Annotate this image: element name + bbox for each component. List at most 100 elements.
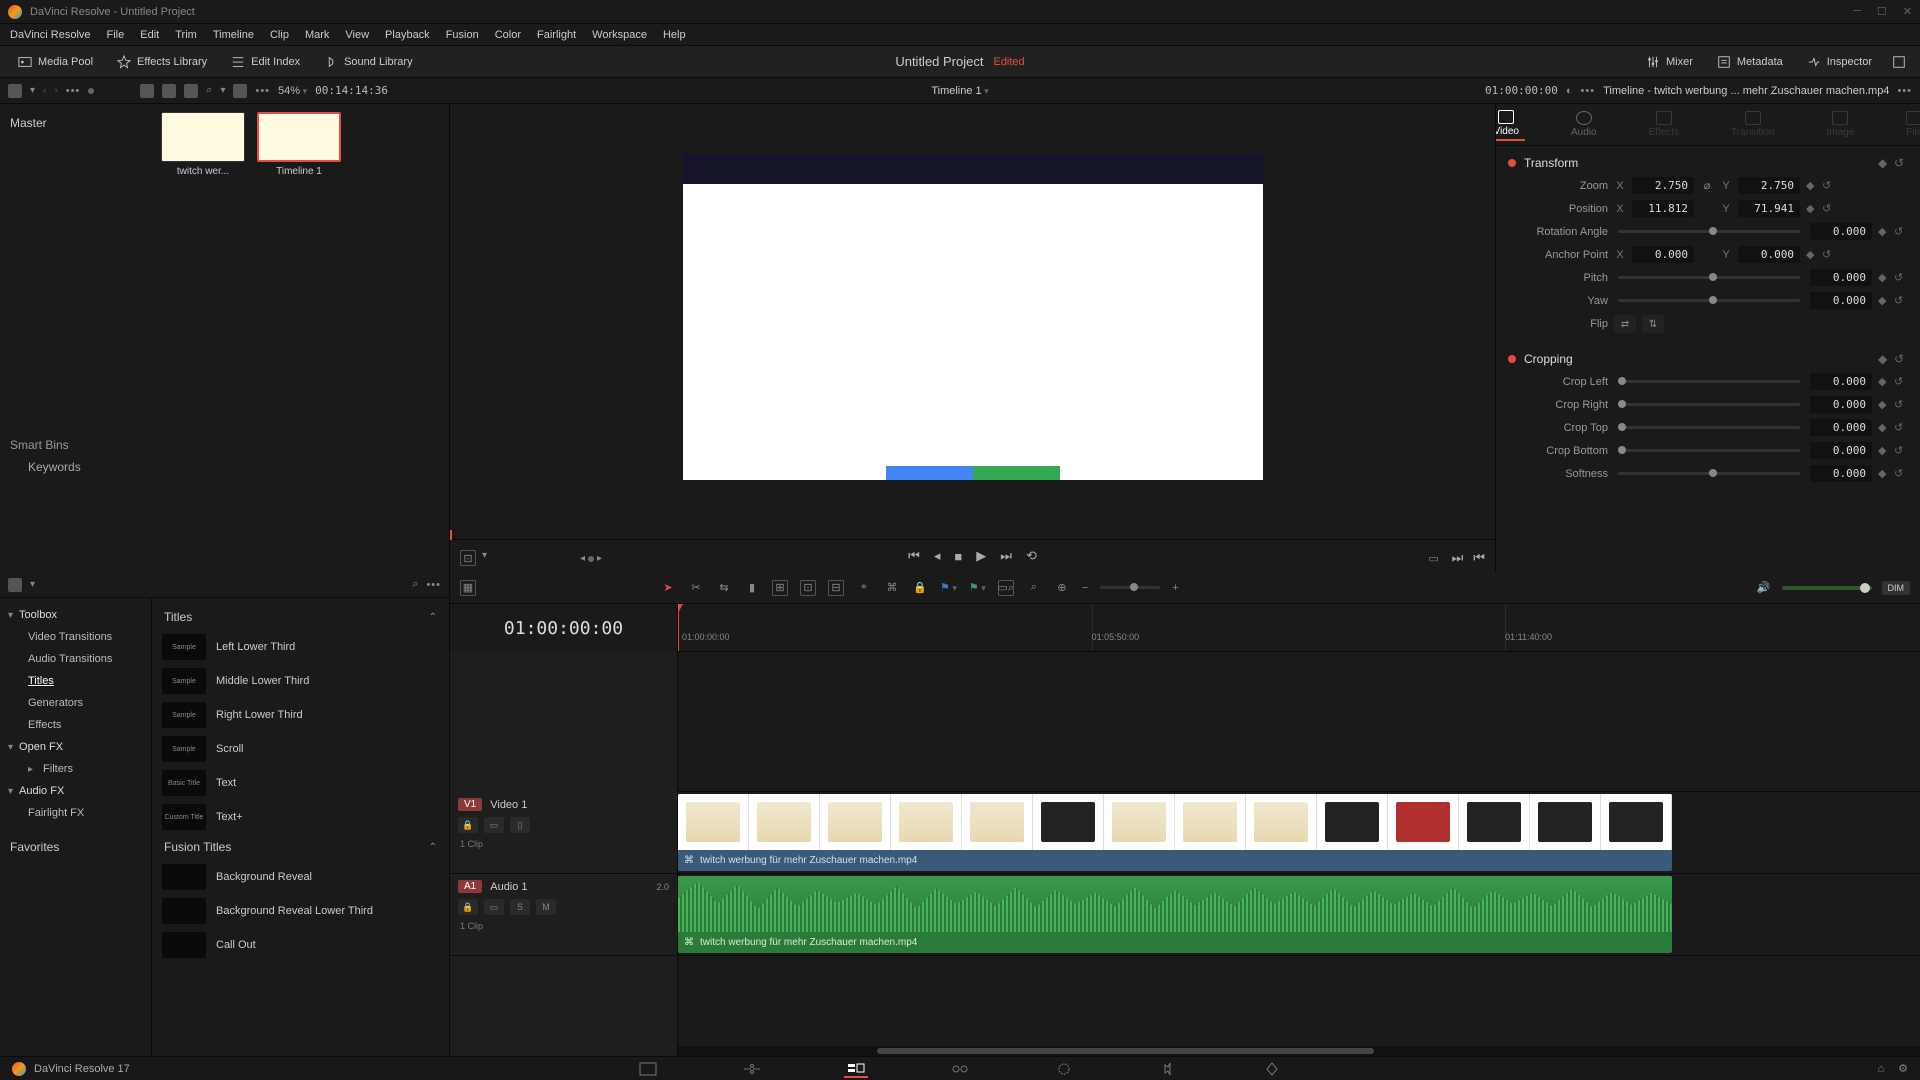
inspector-tab-audio[interactable]: Audio	[1565, 109, 1603, 140]
nav-audio-transitions[interactable]: Audio Transitions	[0, 648, 151, 670]
inspector-tab-video[interactable]: Video	[1495, 108, 1525, 141]
cropping-keyframe-icon[interactable]: ◆	[1878, 352, 1888, 366]
replace-clip-icon[interactable]: ⊟	[828, 580, 844, 596]
bypass-icon[interactable]: ◐	[1566, 85, 1573, 97]
zoom-x-input[interactable]: 2.750	[1632, 177, 1694, 194]
crop-left-kf-icon[interactable]: ◆	[1878, 375, 1888, 388]
match-frame-icon[interactable]: ⊡	[460, 550, 476, 566]
effects-dropdown-icon[interactable]: ▾	[30, 579, 35, 590]
nav-video-transitions[interactable]: Video Transitions	[0, 626, 151, 648]
maximize-button[interactable]: ☐	[1877, 5, 1887, 18]
menu-file[interactable]: File	[99, 29, 133, 41]
fairlight-page-button[interactable]	[1156, 1060, 1180, 1078]
anchor-kf-icon[interactable]: ◆	[1806, 248, 1816, 261]
effects-view-icon[interactable]	[8, 578, 22, 592]
flag-dropdown[interactable]: ⚑	[940, 581, 957, 594]
nav-back-icon[interactable]: ‹	[43, 85, 46, 96]
softness-input[interactable]: 0.000	[1810, 465, 1872, 482]
edit-index-toggle[interactable]: Edit Index	[221, 51, 310, 73]
timeline-view-options-icon[interactable]: ▦	[460, 580, 476, 596]
search-dropdown-icon[interactable]: ▾	[220, 85, 225, 96]
blade-tool-icon[interactable]: ▮	[744, 580, 760, 596]
a1-mute-button[interactable]: M	[536, 899, 556, 915]
go-first-button[interactable]: ⏮	[908, 548, 920, 564]
media-clip-thumb[interactable]: twitch wer...	[160, 112, 246, 177]
mute-icon[interactable]: 🔊	[1756, 580, 1772, 596]
strip-view-icon[interactable]	[184, 84, 198, 98]
pos-x-input[interactable]: 11.812	[1632, 200, 1694, 217]
grid-view-icon[interactable]	[162, 84, 176, 98]
transform-reset-icon[interactable]: ↺	[1894, 156, 1908, 170]
menu-timeline[interactable]: Timeline	[205, 29, 262, 41]
scrubber-playhead-icon[interactable]	[450, 530, 452, 540]
sort-icon[interactable]	[233, 84, 247, 98]
v1-disable-icon[interactable]: ▯	[510, 817, 530, 833]
flip-horizontal-button[interactable]: ⇄	[1614, 315, 1636, 333]
zoom-kf-icon[interactable]: ◆	[1806, 179, 1816, 192]
menu-edit[interactable]: Edit	[132, 29, 167, 41]
metadata-toggle[interactable]: Metadata	[1707, 51, 1793, 73]
fusion-titles-category[interactable]: Fusion Titles⌃	[152, 834, 449, 860]
menu-workspace[interactable]: Workspace	[584, 29, 655, 41]
crop-top-kf-icon[interactable]: ◆	[1878, 421, 1888, 434]
softness-reset-icon[interactable]: ↺	[1894, 467, 1908, 480]
loop-button[interactable]: ⟲	[1026, 548, 1037, 564]
menu-davinci[interactable]: DaVinci Resolve	[2, 29, 99, 41]
play-button[interactable]: ▶	[976, 548, 986, 564]
minimize-button[interactable]: ─	[1853, 5, 1861, 18]
flip-vertical-button[interactable]: ⇅	[1642, 315, 1664, 333]
edit-page-button[interactable]	[844, 1060, 868, 1078]
cropping-header[interactable]: Cropping ◆↺	[1508, 348, 1908, 370]
title-text-plus[interactable]: Custom TitleText+	[152, 800, 449, 834]
crop-right-slider[interactable]	[1618, 403, 1800, 406]
fit-zoom-icon[interactable]: ⊕	[1054, 580, 1070, 596]
prev-edit-icon[interactable]: ◂	[580, 553, 585, 564]
crop-right-kf-icon[interactable]: ◆	[1878, 398, 1888, 411]
bin-dropdown-icon[interactable]: ▾	[30, 85, 35, 96]
media-pool-toggle[interactable]: Media Pool	[8, 51, 103, 73]
effects-search-icon[interactable]: ⌕	[412, 578, 418, 591]
marker-dropdown[interactable]: ⚑	[969, 581, 986, 594]
bin-master[interactable]: Master	[10, 112, 142, 134]
list-view-icon[interactable]	[140, 84, 154, 98]
fullscreen-toggle[interactable]	[1886, 51, 1912, 73]
rotation-reset-icon[interactable]: ↺	[1894, 225, 1908, 238]
project-settings-button[interactable]: ⚙	[1898, 1062, 1908, 1075]
v1-badge[interactable]: V1	[458, 798, 482, 811]
smart-bin-keywords[interactable]: Keywords	[10, 460, 142, 474]
pitch-kf-icon[interactable]: ◆	[1878, 271, 1888, 284]
yaw-kf-icon[interactable]: ◆	[1878, 294, 1888, 307]
a1-badge[interactable]: A1	[458, 880, 482, 893]
mixer-toggle[interactable]: Mixer	[1636, 51, 1703, 73]
softness-slider[interactable]	[1618, 472, 1800, 475]
crop-left-slider[interactable]	[1618, 380, 1800, 383]
title-middle-lower-third[interactable]: SampleMiddle Lower Third	[152, 664, 449, 698]
playhead-handle-icon[interactable]	[678, 604, 684, 612]
menu-trim[interactable]: Trim	[167, 29, 205, 41]
anchor-x-input[interactable]: 0.000	[1632, 246, 1694, 263]
nav-audiofx[interactable]: ▾Audio FX	[0, 780, 151, 802]
crop-bottom-kf-icon[interactable]: ◆	[1878, 444, 1888, 457]
timeline-tracks-area[interactable]: 01:00:00:00 01:05:50:00 01:11:40:00 ⌘twi…	[678, 604, 1920, 1056]
crop-top-input[interactable]: 0.000	[1810, 419, 1872, 436]
range-tool-icon[interactable]: ▭⌕	[998, 580, 1014, 596]
deliver-page-button[interactable]	[1260, 1060, 1284, 1078]
next-clip-icon[interactable]: ⏭	[1452, 550, 1464, 566]
lock-icon[interactable]: 🔒	[912, 580, 928, 596]
menu-help[interactable]: Help	[655, 29, 694, 41]
crop-bottom-input[interactable]: 0.000	[1810, 442, 1872, 459]
overwrite-clip-icon[interactable]: ⊡	[800, 580, 816, 596]
stop-button[interactable]: ■	[954, 549, 962, 564]
pos-y-input[interactable]: 71.941	[1738, 200, 1800, 217]
sound-library-toggle[interactable]: Sound Library	[314, 51, 423, 73]
pitch-input[interactable]: 0.000	[1810, 269, 1872, 286]
timeline-scrollbar[interactable]	[678, 1046, 1920, 1056]
inspector-tab-effects[interactable]: Effects	[1643, 109, 1685, 140]
menu-playback[interactable]: Playback	[377, 29, 438, 41]
nav-generators[interactable]: Generators	[0, 692, 151, 714]
menu-fairlight[interactable]: Fairlight	[529, 29, 584, 41]
crop-top-slider[interactable]	[1618, 426, 1800, 429]
crop-left-reset-icon[interactable]: ↺	[1894, 375, 1908, 388]
inspector-tab-file[interactable]: File	[1900, 109, 1920, 140]
record-timecode[interactable]: 01:00:00:00	[1485, 84, 1558, 97]
